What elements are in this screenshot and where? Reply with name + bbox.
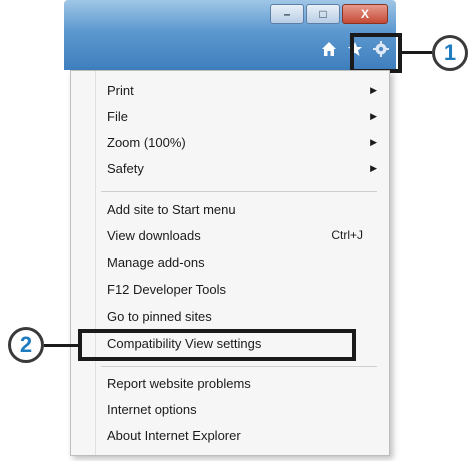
menu-item-add-site-to-start-menu[interactable]: Add site to Start menu (107, 198, 377, 220)
menu-item-file[interactable]: File ▶ (107, 105, 377, 127)
menu-item-manage-add-ons[interactable]: Manage add-ons (107, 251, 377, 273)
compatibility-highlight-box (78, 329, 356, 361)
submenu-arrow-icon: ▶ (370, 136, 377, 147)
tools-menu: Print ▶ File ▶ Zoom (100%) ▶ Safety ▶ Ad… (70, 70, 390, 456)
home-icon[interactable] (320, 40, 338, 58)
submenu-arrow-icon: ▶ (370, 162, 377, 173)
menu-item-label: Safety (107, 160, 144, 176)
maximize-button[interactable]: □ (306, 4, 340, 24)
menu-item-go-to-pinned-sites[interactable]: Go to pinned sites (107, 305, 377, 327)
callout-2-leader (44, 344, 78, 347)
menu-item-label: Report website problems (107, 375, 251, 391)
menu-item-safety[interactable]: Safety ▶ (107, 157, 377, 179)
menu-item-label: Go to pinned sites (107, 308, 212, 324)
menu-item-label: Zoom (100%) (107, 134, 186, 150)
menu-item-label: Add site to Start menu (107, 201, 236, 217)
menu-item-report-website-problems[interactable]: Report website problems (107, 372, 377, 394)
menu-separator (101, 366, 377, 367)
browser-titlebar: – □ X (64, 0, 396, 70)
submenu-arrow-icon: ▶ (370, 110, 377, 121)
screenshot-stage: – □ X 1 Print ▶ File ▶ Zoom (100%) ▶ Saf… (0, 0, 476, 461)
menu-item-label: About Internet Explorer (107, 427, 241, 443)
menu-item-print[interactable]: Print ▶ (107, 79, 377, 101)
menu-item-internet-options[interactable]: Internet options (107, 398, 377, 420)
menu-item-label: File (107, 108, 128, 124)
menu-item-label: Print (107, 82, 134, 98)
window-controls: – □ X (270, 4, 388, 24)
menu-item-label: Manage add-ons (107, 254, 205, 270)
menu-item-label: View downloads (107, 227, 201, 243)
menu-item-about-internet-explorer[interactable]: About Internet Explorer (107, 424, 377, 446)
menu-item-view-downloads[interactable]: View downloads Ctrl+J (107, 224, 377, 246)
menu-item-label: Internet options (107, 401, 197, 417)
submenu-arrow-icon: ▶ (370, 84, 377, 95)
callout-1: 1 (432, 35, 468, 71)
menu-separator (101, 191, 377, 192)
menu-item-zoom[interactable]: Zoom (100%) ▶ (107, 131, 377, 153)
gear-highlight-box (350, 33, 402, 73)
close-button[interactable]: X (342, 4, 388, 24)
menu-gutter (95, 71, 96, 455)
callout-2: 2 (8, 327, 44, 363)
minimize-button[interactable]: – (270, 4, 304, 24)
menu-item-f12-developer-tools[interactable]: F12 Developer Tools (107, 278, 377, 300)
callout-1-leader (402, 51, 432, 54)
menu-item-shortcut: Ctrl+J (331, 228, 363, 242)
menu-item-label: F12 Developer Tools (107, 281, 226, 297)
